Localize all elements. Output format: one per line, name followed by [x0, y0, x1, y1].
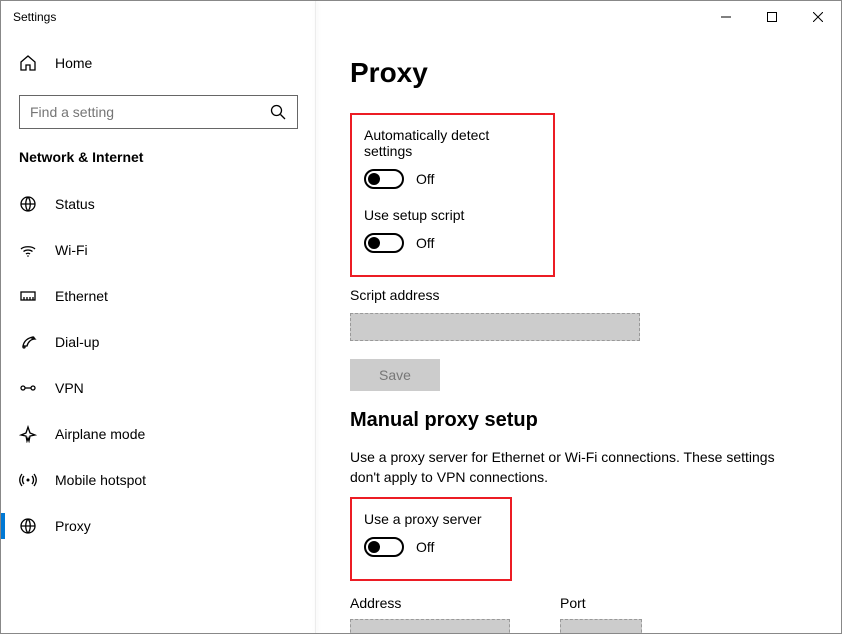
- ethernet-icon: [19, 287, 37, 305]
- save-button[interactable]: Save: [350, 359, 440, 391]
- sidebar-item-label: Status: [55, 196, 95, 212]
- proxy-icon: [19, 517, 37, 535]
- status-icon: [19, 195, 37, 213]
- content-pane: Proxy Automatically detect settings Off …: [316, 33, 841, 633]
- sidebar-item-label: VPN: [55, 380, 84, 396]
- titlebar: Settings: [1, 1, 841, 33]
- sidebar-item-label: Proxy: [55, 518, 91, 534]
- sidebar: Home Network & Internet Status Wi-Fi Eth…: [1, 33, 316, 633]
- sidebar-item-ethernet[interactable]: Ethernet: [1, 273, 316, 319]
- search-icon: [269, 103, 287, 121]
- window-title: Settings: [13, 10, 703, 24]
- search-box[interactable]: [19, 95, 298, 129]
- airplane-icon: [19, 425, 37, 443]
- port-input[interactable]: [560, 619, 642, 633]
- sidebar-item-wifi[interactable]: Wi-Fi: [1, 227, 316, 273]
- sidebar-item-status[interactable]: Status: [1, 181, 316, 227]
- dialup-icon: [19, 333, 37, 351]
- sidebar-item-airplane[interactable]: Airplane mode: [1, 411, 316, 457]
- sidebar-item-label: Mobile hotspot: [55, 472, 146, 488]
- setup-script-label: Use setup script: [364, 207, 541, 223]
- vpn-icon: [19, 379, 37, 397]
- auto-detect-state: Off: [416, 171, 434, 187]
- page-title: Proxy: [350, 57, 807, 89]
- auto-detect-label: Automatically detect settings: [364, 127, 541, 159]
- sidebar-divider: [315, 1, 316, 633]
- home-icon: [19, 54, 37, 72]
- port-label: Port: [560, 595, 642, 611]
- use-proxy-state: Off: [416, 539, 434, 555]
- address-label: Address: [350, 595, 510, 611]
- home-nav[interactable]: Home: [1, 43, 316, 83]
- search-input[interactable]: [30, 104, 269, 120]
- sidebar-item-label: Dial-up: [55, 334, 99, 350]
- manual-heading: Manual proxy setup: [350, 409, 807, 432]
- highlight-box-proxy: Use a proxy server Off: [350, 497, 512, 581]
- highlight-box-auto: Automatically detect settings Off Use se…: [350, 113, 555, 277]
- toggle-knob: [368, 541, 380, 553]
- script-address-label: Script address: [350, 287, 807, 303]
- use-proxy-label: Use a proxy server: [364, 511, 498, 527]
- toggle-knob: [368, 173, 380, 185]
- sidebar-item-label: Ethernet: [55, 288, 108, 304]
- manual-description: Use a proxy server for Ethernet or Wi-Fi…: [350, 448, 807, 487]
- maximize-button[interactable]: [749, 1, 795, 33]
- auto-detect-toggle[interactable]: [364, 169, 404, 189]
- address-input[interactable]: [350, 619, 510, 633]
- script-address-input[interactable]: [350, 313, 640, 341]
- nav-list: Status Wi-Fi Ethernet Dial-up VPN Airpla…: [1, 181, 316, 549]
- sidebar-item-vpn[interactable]: VPN: [1, 365, 316, 411]
- hotspot-icon: [19, 471, 37, 489]
- sidebar-item-dialup[interactable]: Dial-up: [1, 319, 316, 365]
- use-proxy-toggle[interactable]: [364, 537, 404, 557]
- sidebar-item-proxy[interactable]: Proxy: [1, 503, 316, 549]
- sidebar-item-hotspot[interactable]: Mobile hotspot: [1, 457, 316, 503]
- sidebar-item-label: Wi-Fi: [55, 242, 88, 258]
- setup-script-state: Off: [416, 235, 434, 251]
- section-header: Network & Internet: [1, 149, 316, 165]
- wifi-icon: [19, 241, 37, 259]
- home-label: Home: [55, 55, 92, 71]
- sidebar-item-label: Airplane mode: [55, 426, 145, 442]
- minimize-button[interactable]: [703, 1, 749, 33]
- toggle-knob: [368, 237, 380, 249]
- setup-script-toggle[interactable]: [364, 233, 404, 253]
- close-button[interactable]: [795, 1, 841, 33]
